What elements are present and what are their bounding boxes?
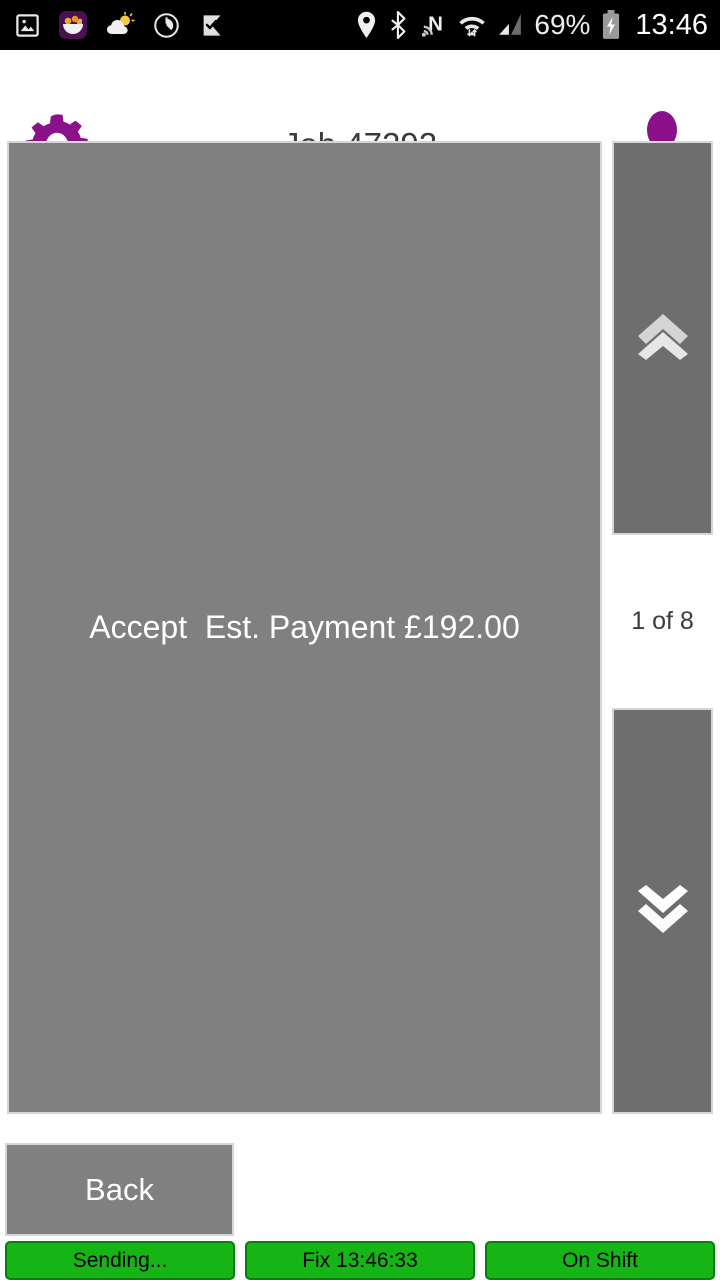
android-status-bar: N 69% 13:46 bbox=[0, 0, 720, 50]
bluetooth-icon bbox=[389, 11, 409, 39]
battery-percent-label: 69% bbox=[534, 9, 591, 40]
back-button-label: Back bbox=[85, 1171, 154, 1207]
nfc-icon: N bbox=[420, 11, 447, 39]
gps-fix-button[interactable]: Fix 13:46:33 bbox=[245, 1241, 475, 1280]
page-counter-label: 1 of 8 bbox=[631, 607, 694, 635]
back-button[interactable]: Back bbox=[5, 1143, 234, 1236]
accept-job-panel[interactable]: Accept Est. Payment £192.00 bbox=[7, 141, 602, 1114]
send-status-label: Sending... bbox=[72, 1248, 168, 1272]
screenshot-icon bbox=[14, 12, 41, 39]
app-screen: N 69% 13:46 Accept Est. Payment £192.00 … bbox=[0, 0, 720, 1280]
page-up-button[interactable] bbox=[612, 141, 713, 535]
status-bar-system-icons: N 69% 13:46 bbox=[355, 9, 720, 42]
wifi-icon bbox=[458, 11, 486, 39]
shift-status-label: On Shift bbox=[562, 1248, 638, 1272]
accept-job-label: Accept Est. Payment £192.00 bbox=[89, 609, 520, 645]
status-bar-notifications bbox=[0, 11, 225, 39]
location-pin-icon bbox=[355, 11, 378, 39]
shift-status-button[interactable]: On Shift bbox=[485, 1241, 715, 1280]
status-bar-clock: 13:46 bbox=[635, 8, 708, 41]
page-down-button[interactable] bbox=[612, 708, 713, 1114]
cellular-signal-icon bbox=[497, 12, 523, 38]
power-saver-icon bbox=[153, 12, 180, 39]
weather-icon bbox=[105, 11, 135, 39]
gps-fix-label: Fix 13:46:33 bbox=[302, 1248, 418, 1272]
check-flag-icon bbox=[198, 12, 225, 39]
bottom-status-bar: Sending... Fix 13:46:33 On Shift bbox=[0, 1241, 720, 1280]
double-chevron-down-icon bbox=[632, 881, 694, 942]
battery-charging-icon bbox=[601, 10, 621, 40]
page-counter: 1 of 8 bbox=[612, 535, 713, 708]
noodle-app-icon bbox=[59, 11, 87, 39]
double-chevron-up-icon bbox=[632, 308, 694, 369]
send-status-button[interactable]: Sending... bbox=[5, 1241, 235, 1280]
app-header: Job 47292 bbox=[0, 50, 720, 191]
